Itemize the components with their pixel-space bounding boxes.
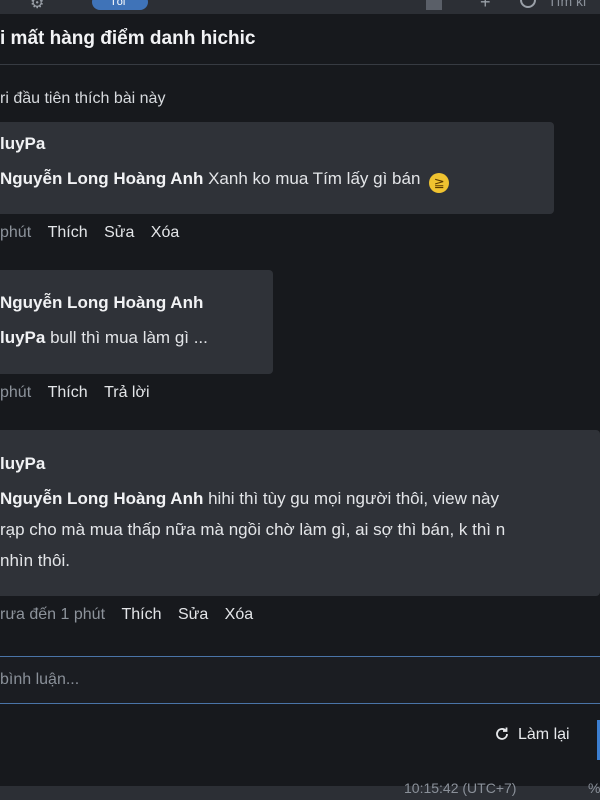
percent-text: % [588,780,600,796]
comment-time: rưa đến 1 phút [0,606,106,623]
comment-text: Nguyễn Long Hoàng Anh Xanh ko mua Tím lấ… [0,169,450,193]
like-button[interactable]: Thích [48,384,88,401]
reply-button[interactable]: Trả lời [104,384,149,401]
likes-comments-modal: i mất hàng điểm danh hichic ri đầu tiên … [0,14,600,786]
like-button[interactable]: Thích [48,224,88,241]
reset-label: Làm lại [518,726,570,743]
plus-icon[interactable]: + [480,0,491,13]
clock-text: 10:15:42 (UTC+7) [404,780,517,796]
comment-bubble [0,270,273,374]
first-like-text: ri đầu tiên thích bài này [0,90,166,107]
comment-line: rạp cho mà mua thấp nữa mà ngồi chờ làm … [0,520,506,539]
comment-input-placeholder: bình luận... [0,671,80,688]
reset-button[interactable]: Làm lại [494,726,570,744]
comment-bubble [0,430,600,596]
search-field[interactable]: Tìm ki [548,0,586,9]
refresh-icon [496,727,508,740]
comment-actions: rưa đến 1 phút Thích Sửa Xóa [0,606,253,624]
mention-link[interactable]: luyPa [0,328,45,347]
top-toolbar: ⚙ Tối + Tìm ki [0,0,600,14]
laughing-emoji-icon: ≧ [429,173,450,193]
mention-link[interactable]: Nguyễn Long Hoàng Anh [0,169,203,188]
comment-line: bull thì mua làm gì ... [50,328,208,347]
comment-author[interactable]: Nguyễn Long Hoàng Anh [0,293,203,313]
comment-text: Nguyễn Long Hoàng Anh hihi thì tùy gu mọ… [0,489,499,509]
grid-icon[interactable] [426,0,442,10]
edit-button[interactable]: Sửa [104,224,134,241]
settings-gear-icon[interactable]: ⚙ [30,0,44,13]
delete-button[interactable]: Xóa [225,606,253,623]
status-bar: 10:15:42 (UTC+7) % [0,780,600,800]
comment-text: luyPa bull thì mua làm gì ... [0,328,208,348]
post-title: i mất hàng điểm danh hichic [0,28,256,49]
comment-time: phút [0,224,32,241]
comment-actions: phút Thích Trả lời [0,384,150,402]
delete-button[interactable]: Xóa [151,224,179,241]
like-button[interactable]: Thích [121,606,161,623]
comment-line: nhìn thôi. [0,551,70,570]
comment-time: phút [0,384,32,401]
comment-line: hihi thì tùy gu mọi người thôi, view này [208,489,499,508]
modal-header: i mất hàng điểm danh hichic [0,14,600,65]
edit-button[interactable]: Sửa [178,606,208,623]
comment-author[interactable]: luyPa [0,454,45,474]
search-icon[interactable] [520,0,536,8]
comment-bubble [0,122,554,214]
comment-input[interactable]: bình luận... [0,656,600,704]
comment-actions: phút Thích Sửa Xóa [0,224,179,242]
comment-author[interactable]: luyPa [0,134,45,154]
mention-link[interactable]: Nguyễn Long Hoàng Anh [0,489,203,508]
comment-line: Xanh ko mua Tím lấy gì bán [208,169,421,188]
theme-toggle[interactable]: Tối [92,0,148,10]
